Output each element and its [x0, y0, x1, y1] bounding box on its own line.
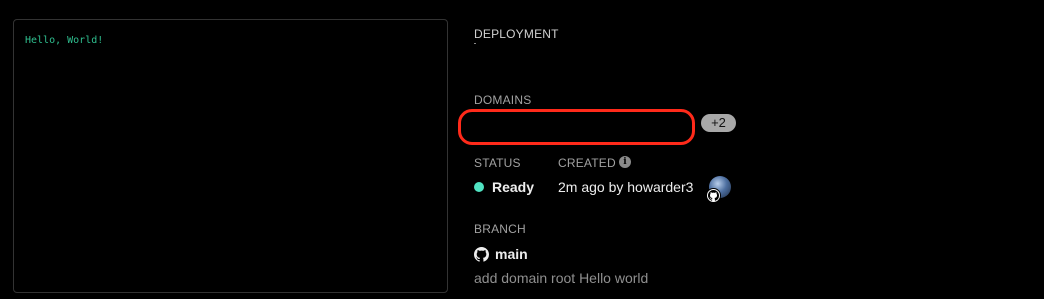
- status-label: STATUS: [474, 156, 521, 170]
- domains-label: DOMAINS: [474, 93, 532, 107]
- branch-name[interactable]: main: [495, 246, 528, 262]
- deployment-label: DEPLOYMENT: [474, 27, 559, 41]
- status-dot-icon: [474, 182, 484, 192]
- more-domains-badge[interactable]: +2: [701, 114, 736, 132]
- deployment-value[interactable]: [474, 43, 476, 44]
- info-icon[interactable]: i: [619, 156, 631, 168]
- github-badge-icon: [706, 188, 721, 203]
- github-icon: [474, 247, 490, 267]
- status-value: Ready: [492, 179, 535, 195]
- deployment-preview[interactable]: Hello, World!: [13, 19, 448, 293]
- commit-message[interactable]: add domain root Hello world: [474, 270, 648, 286]
- branch-label: BRANCH: [474, 222, 526, 236]
- created-value[interactable]: 2m ago by howarder3: [558, 179, 693, 195]
- preview-text: Hello, World!: [25, 35, 104, 46]
- domain-link-highlight[interactable]: [458, 109, 695, 145]
- created-label: CREATED: [558, 156, 616, 170]
